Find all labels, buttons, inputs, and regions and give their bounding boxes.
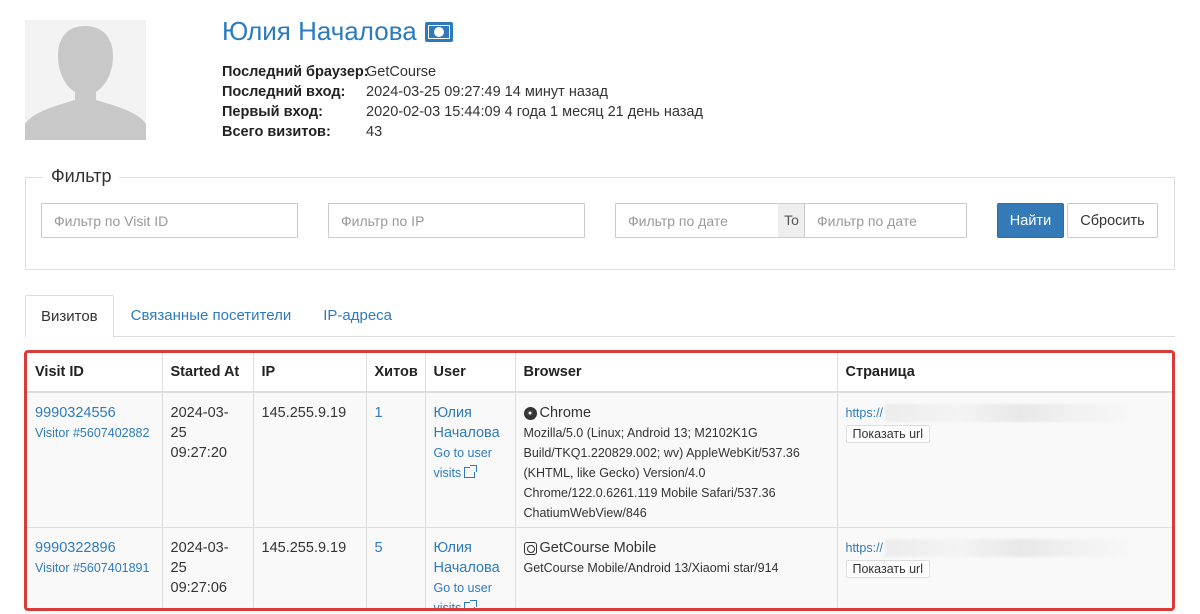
browser-cell: Chrome Mozilla/5.0 (Linux; Android 13; M… (515, 392, 838, 528)
info-first-login: Первый вход: 2020-02-03 15:44:09 4 года … (222, 102, 703, 122)
table-row: 9990324556 Visitor #5607402882 2024-03-2… (27, 392, 1172, 528)
hits-link[interactable]: 1 (375, 405, 383, 421)
tab-ip-addresses[interactable]: IP-адреса (308, 295, 407, 337)
hits-cell: 5 (366, 527, 426, 608)
profile-info: Последний браузер: GetCourse Последний в… (222, 62, 703, 142)
page-url: https:// (846, 538, 1165, 558)
avatar (25, 20, 146, 140)
date-range-to-label: To (778, 203, 805, 238)
filter-legend: Фильтр (43, 166, 120, 187)
go-to-user-visits-link[interactable]: Go to user visits (434, 443, 507, 483)
go-to-user-visits-label: Go to user visits (433, 446, 492, 480)
column-header[interactable]: Browser (515, 353, 838, 393)
user-name-link[interactable]: Юлия Началова (434, 405, 500, 441)
visitor-link[interactable]: Visitor #5607402882 (35, 423, 154, 443)
visit-id-link[interactable]: 9990324556 (35, 405, 116, 421)
info-label: Всего визитов: (222, 124, 331, 140)
visits-table: Visit ID Started At IP Хитов User Browse… (27, 353, 1172, 611)
user-name-link[interactable]: Юлия Началова (434, 540, 500, 576)
blurred-url (885, 539, 1131, 557)
visit-id-link[interactable]: 9990322896 (35, 540, 116, 556)
profile-name[interactable]: Юлия Началова (222, 16, 453, 47)
visitor-link[interactable]: Visitor #5607401891 (35, 558, 154, 578)
info-last-login: Последний вход: 2024-03-25 09:27:49 14 м… (222, 82, 703, 102)
info-label: Последний браузер: (222, 64, 369, 80)
money-icon (424, 21, 453, 42)
user-agent: GetCourse Mobile/Android 13/Xiaomi star/… (523, 561, 779, 575)
ip-cell: 145.255.9.19 (253, 392, 367, 528)
column-header[interactable]: Visit ID (27, 353, 163, 393)
go-to-user-visits-label: Go to user visits (433, 581, 492, 611)
browser-name-text: Chrome (539, 405, 592, 421)
browser-cell: GetCourse Mobile GetCourse Mobile/Androi… (515, 527, 838, 608)
started-at-cell: 2024-03-25 09:27:20 (162, 392, 254, 528)
date-from-filter-input[interactable] (615, 203, 779, 238)
info-last-browser: Последний браузер: GetCourse (222, 62, 703, 82)
user-agent: Mozilla/5.0 (Linux; Android 13; M2102K1G… (523, 426, 800, 520)
info-total-visits: Всего визитов: 43 (222, 122, 703, 142)
browser-name: GetCourse Mobile (523, 538, 829, 558)
tab-bar: Визитов Связанные посетители IP-адреса (25, 295, 1175, 338)
info-label: Последний вход: (222, 84, 346, 100)
search-button[interactable]: Найти (997, 203, 1064, 238)
visit-id-cell: 9990324556 Visitor #5607402882 (27, 392, 163, 528)
date-to-filter-input[interactable] (804, 203, 967, 238)
page-url: https:// (846, 403, 1165, 423)
column-header[interactable]: Хитов (366, 353, 426, 393)
visit-id-cell: 9990322896 Visitor #5607401891 (27, 527, 163, 608)
info-value: 2024-03-25 09:27:49 14 минут назад (366, 84, 608, 100)
show-url-button[interactable]: Показать url (845, 560, 931, 578)
column-header[interactable]: User (425, 353, 516, 393)
reset-button[interactable]: Сбросить (1067, 203, 1158, 238)
table-header-row: Visit ID Started At IP Хитов User Browse… (27, 353, 1172, 393)
profile-name-text[interactable]: Юлия Началова (222, 16, 417, 47)
tab-related-visitors[interactable]: Связанные посетители (116, 295, 307, 337)
info-value: 2020-02-03 15:44:09 4 года 1 месяц 21 де… (366, 104, 703, 120)
tab-visits[interactable]: Визитов (25, 295, 114, 338)
user-silhouette-icon (25, 20, 146, 140)
column-header[interactable]: Started At (162, 353, 254, 393)
ip-cell: 145.255.9.19 (253, 527, 367, 608)
started-at-cell: 2024-03-25 09:27:06 (162, 527, 254, 608)
visit-id-filter-input[interactable] (41, 203, 298, 238)
external-link-icon (464, 465, 478, 478)
page-cell: https:// Показать url (837, 392, 1172, 528)
column-header[interactable]: Страница (837, 353, 1172, 393)
ip-filter-input[interactable] (328, 203, 585, 238)
page-url-link[interactable]: https:// (846, 403, 884, 423)
browser-name: Chrome (523, 403, 829, 423)
column-header[interactable]: IP (253, 353, 367, 393)
hits-cell: 1 (366, 392, 426, 528)
info-label: Первый вход: (222, 104, 323, 120)
external-link-icon (464, 600, 478, 608)
go-to-user-visits-link[interactable]: Go to user visits (433, 578, 507, 611)
hits-link[interactable]: 5 (375, 540, 383, 556)
info-value: GetCourse (366, 64, 437, 80)
table-row: 9990322896 Visitor #5607401891 2024-03-2… (27, 527, 1172, 611)
user-cell: Юлия Началова Go to user visits (425, 392, 516, 528)
browser-name-text: GetCourse Mobile (539, 540, 657, 556)
chrome-icon (523, 406, 537, 420)
info-value: 43 (366, 124, 383, 140)
page-url-link[interactable]: https:// (846, 538, 884, 558)
app-icon (523, 541, 537, 555)
page-cell: https:// Показать url (837, 527, 1172, 608)
show-url-button[interactable]: Показать url (845, 425, 931, 443)
user-cell: Юлия Началова Go to user visits (425, 527, 516, 611)
blurred-url (885, 404, 1131, 422)
visits-table-highlight: Visit ID Started At IP Хитов User Browse… (24, 350, 1175, 611)
